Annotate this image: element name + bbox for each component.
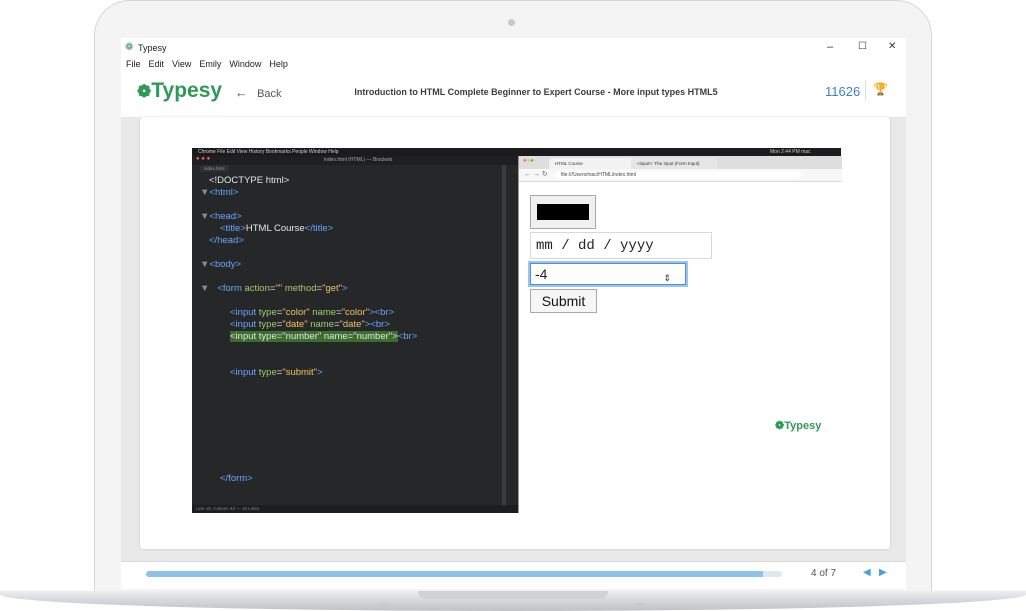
close-button[interactable]: ✕ — [888, 41, 896, 52]
fold-icon: ▼ — [200, 187, 210, 198]
brand-leaf-icon: ❁ — [137, 82, 152, 101]
editor-status-bar: Line 18, Column 42 — 16 Lines — [192, 505, 518, 513]
video-watermark: ❁Typesy — [775, 419, 821, 432]
lesson-footer: 4 of 7 ◀ ▶ — [121, 561, 906, 589]
mac-clock: Mon 2:44 PM mac — [770, 149, 811, 155]
browser-tab-bar: ●●● HTML Course <input>: The Input (Form… — [519, 156, 842, 169]
editor-file-tab: index.html — [200, 165, 229, 172]
code-line: ▼<html> — [200, 187, 239, 198]
points-counter: 11626 — [825, 84, 861, 99]
lesson-video[interactable]: Chrome File Edit View History Bookmarks … — [192, 148, 842, 513]
code-line-selected: <input type="number" name="number"><br> — [230, 331, 418, 342]
progress-fill — [146, 571, 763, 577]
mac-menu-items: Chrome File Edit View History Bookmarks … — [198, 149, 339, 155]
brand-name: Typesy — [151, 79, 223, 102]
arrow-left-icon: ← — [235, 85, 248, 100]
menu-user[interactable]: Emily — [199, 59, 221, 69]
editor-scrollbar — [502, 165, 506, 505]
code-line: ▼<body> — [200, 259, 242, 270]
fold-icon: ▼ — [200, 283, 210, 294]
url-field: file:///Users/mac/HTML/index.html — [555, 171, 801, 179]
brand-leaf-icon: ❁ — [775, 420, 785, 432]
back-button[interactable]: ← Back — [235, 85, 282, 100]
editor-status-text: Line 18, Column 42 — 16 Lines — [196, 506, 260, 511]
editor-window-title: index.html (HTML) — Brackets — [324, 157, 393, 163]
traffic-light-icon: ●●● — [523, 158, 534, 164]
code-line: </form> — [220, 473, 253, 484]
menu-edit[interactable]: Edit — [149, 59, 165, 69]
code-line: ▼ <form action="" method="get"> — [200, 283, 348, 294]
nav-arrows-icon: ← → ↻ — [524, 171, 548, 178]
app-window: ❁ Typesy – ☐ ✕ File Edit View Emily Window He… — [121, 38, 906, 589]
code-line: ▼<head> — [200, 211, 242, 222]
number-input: -4 ⇕ — [530, 263, 686, 285]
code-line: <input type="date" name="date"><br> — [230, 319, 390, 330]
code-editor: ● ● ● index.html (HTML) — Brackets index… — [192, 156, 518, 513]
menu-window[interactable]: Window — [229, 59, 261, 69]
code-line: </head> — [209, 235, 244, 246]
watermark-text: Typesy — [784, 420, 822, 432]
prev-slide-button[interactable]: ◀ — [863, 567, 871, 578]
code-line: <title>HTML Course</title> — [220, 223, 334, 234]
app-header: ❁Typesy ← Back Introduction to HTML Comp… — [121, 72, 906, 117]
window-titlebar: ❁ Typesy – ☐ ✕ — [121, 38, 906, 58]
browser-address-bar: ← → ↻ file:///Users/mac/HTML/index.html — [519, 169, 842, 182]
color-input — [530, 195, 596, 229]
menu-file[interactable]: File — [126, 59, 141, 69]
laptop-foot — [636, 603, 644, 606]
course-title: Introduction to HTML Complete Beginner t… — [354, 87, 718, 97]
mac-menubar: Chrome File Edit View History Bookmarks … — [192, 148, 841, 156]
code-line: <input type="submit"> — [230, 367, 323, 378]
spinner-icon: ⇕ — [663, 273, 671, 283]
trophy-icon[interactable]: 🏆 — [873, 82, 888, 96]
app-logo-icon: ❁ — [125, 42, 134, 53]
menu-help[interactable]: Help — [269, 59, 288, 69]
back-label: Back — [257, 88, 282, 100]
header-divider — [865, 81, 866, 101]
next-slide-button[interactable]: ▶ — [879, 567, 887, 578]
browser-preview: ●●● HTML Course <input>: The Input (Form… — [518, 156, 842, 513]
laptop-notch — [418, 591, 608, 599]
number-value: -4 — [535, 266, 548, 282]
window-title: Typesy — [138, 43, 167, 53]
code-line: <!DOCTYPE html> — [209, 175, 290, 186]
laptop-foot — [382, 603, 390, 606]
color-swatch — [537, 204, 589, 220]
page-indicator: 4 of 7 — [811, 568, 837, 579]
brand-logo[interactable]: ❁Typesy — [137, 79, 222, 103]
editor-tab-bar: ● ● ● index.html (HTML) — Brackets — [192, 156, 518, 165]
code-line: <input type="color" name="color"><br> — [230, 307, 395, 318]
traffic-light-icon: ● ● ● — [196, 156, 211, 162]
maximize-button[interactable]: ☐ — [858, 41, 867, 52]
camera-icon — [508, 19, 515, 26]
browser-tab: <input>: The Input (Form Input) — [631, 158, 717, 169]
submit-button: Submit — [530, 289, 597, 313]
fold-icon: ▼ — [200, 211, 210, 222]
progress-bar[interactable] — [146, 571, 782, 577]
fold-icon: ▼ — [200, 259, 210, 270]
date-input: mm / dd / yyyy — [530, 232, 712, 259]
minimize-button[interactable]: – — [827, 41, 833, 53]
menu-view[interactable]: View — [172, 59, 191, 69]
browser-tab: HTML Course — [549, 158, 635, 169]
menu-bar: File Edit View Emily Window Help — [121, 58, 906, 72]
